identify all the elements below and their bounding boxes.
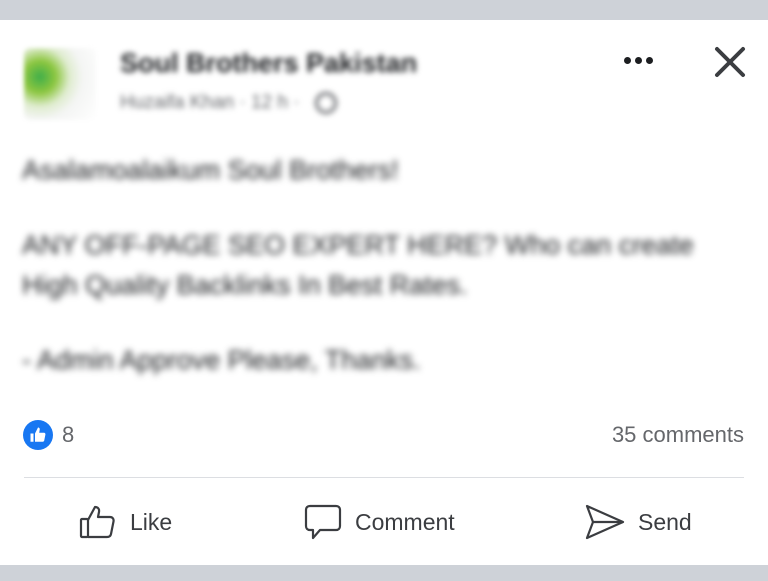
post-time: · 12 h · bbox=[239, 92, 300, 114]
thumbs-up-outline-icon bbox=[79, 505, 115, 539]
close-button[interactable] bbox=[706, 38, 754, 86]
post-paragraph: Asalamoalaikum Soul Brothers! bbox=[22, 155, 399, 185]
comment-label: Comment bbox=[355, 508, 455, 535]
reaction-count[interactable]: 8 bbox=[62, 422, 74, 448]
bottom-frame-bar bbox=[0, 565, 768, 581]
send-icon bbox=[585, 504, 625, 540]
author-name[interactable]: Huzaifa Khan bbox=[120, 92, 234, 113]
divider bbox=[24, 477, 744, 478]
post-paragraph: - Admin Approve Please, Thanks. bbox=[22, 345, 421, 375]
comment-button[interactable]: Comment bbox=[303, 498, 455, 546]
comments-count[interactable]: 35 comments bbox=[612, 422, 744, 448]
more-options-button[interactable] bbox=[617, 44, 659, 76]
like-label: Like bbox=[130, 508, 173, 535]
globe-icon bbox=[314, 92, 337, 114]
thumbs-up-icon[interactable] bbox=[23, 420, 53, 450]
post-body: Asalamoalaikum Soul Brothers! ANY OFF-PA… bbox=[22, 150, 722, 415]
top-frame-bar bbox=[0, 0, 768, 20]
more-dots-icon bbox=[623, 56, 631, 64]
group-avatar[interactable] bbox=[24, 48, 96, 120]
send-button[interactable]: Send bbox=[584, 498, 692, 546]
comment-bubble-icon bbox=[304, 504, 342, 540]
post-screen: Soul Brothers Pakistan Huzaifa Khan · 12… bbox=[0, 0, 768, 581]
group-name[interactable]: Soul Brothers Pakistan bbox=[120, 48, 417, 79]
post-meta: Huzaifa Khan · 12 h · bbox=[120, 92, 337, 114]
close-icon bbox=[715, 47, 745, 77]
post-paragraph: ANY OFF-PAGE SEO EXPERT HERE? Who can cr… bbox=[22, 230, 694, 300]
send-label: Send bbox=[638, 508, 692, 535]
like-button[interactable]: Like bbox=[78, 498, 172, 546]
